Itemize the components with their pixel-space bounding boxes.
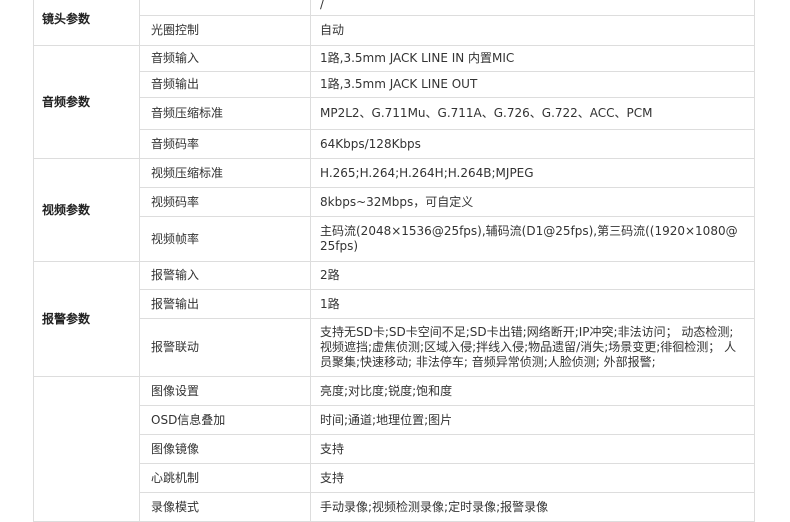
param-name: 图像设置 [139, 376, 311, 406]
param-value: 1路 [310, 289, 755, 319]
param-value: 亮度;对比度;锐度;饱和度 [310, 376, 755, 406]
param-value: 1路,3.5mm JACK LINE OUT [310, 71, 755, 98]
table-row: 报警输出 1路 [34, 289, 755, 319]
table-row: 音频码率 64Kbps/128Kbps [34, 129, 755, 159]
table-row: OSD信息叠加 时间;通道;地理位置;图片 [34, 405, 755, 435]
param-value: 时间;通道;地理位置;图片 [310, 405, 755, 435]
table-row: 镜头参数 / [33, 0, 755, 46]
param-name: 音频输出 [139, 71, 311, 98]
param-name: 视频帧率 [139, 216, 311, 262]
param-name: 音频压缩标准 [139, 97, 311, 130]
param-value: MP2L2、G.711Mu、G.711A、G.726、G.722、ACC、PCM [310, 97, 755, 130]
table-row: 视频帧率 主码流(2048×1536@25fps),辅码流(D1@25fps),… [34, 216, 755, 262]
param-name: 心跳机制 [139, 463, 311, 493]
param-name: 图像镜像 [139, 434, 311, 464]
param-name: 报警输出 [139, 289, 311, 319]
param-name: 音频输入 [139, 45, 311, 72]
category-cell: 报警参数 [33, 261, 140, 377]
table-row: 报警联动 支持无SD卡;SD卡空间不足;SD卡出错;网络断开;IP冲突;非法访问… [34, 318, 755, 377]
param-name: 报警输入 [139, 261, 311, 290]
param-name: 视频压缩标准 [139, 158, 311, 188]
category-cell: 音频参数 [33, 45, 140, 159]
category-cell [33, 376, 140, 522]
param-name: 光圈控制 [139, 15, 311, 46]
param-value: 2路 [310, 261, 755, 290]
param-name: OSD信息叠加 [139, 405, 311, 435]
category-cell: 镜头参数 [33, 0, 140, 46]
table-row: 音频参数 音频输入 1路,3.5mm JACK LINE IN 内置MIC [33, 45, 755, 159]
table-row: 视频码率 8kbps~32Mbps，可自定义 [34, 187, 755, 217]
spec-table: 镜头参数 / 光圈控制 自动 音频参数 音频输入 1路,3.5mm JACK L… [33, 0, 755, 522]
table-row: 音频压缩标准 MP2L2、G.711Mu、G.711A、G.726、G.722、… [34, 97, 755, 130]
param-value: 手动录像;视频检测录像;定时录像;报警录像 [310, 492, 755, 522]
param-value: 8kbps~32Mbps，可自定义 [310, 187, 755, 217]
param-value: 自动 [310, 15, 755, 46]
spec-table-body: 镜头参数 / 光圈控制 自动 音频参数 音频输入 1路,3.5mm JACK L… [33, 0, 755, 522]
table-row: 光圈控制 自动 [34, 15, 755, 46]
table-row: 心跳机制 支持 [34, 463, 755, 493]
table-row: 图像镜像 支持 [34, 434, 755, 464]
param-name: 录像模式 [139, 492, 311, 522]
table-row: 视频参数 视频压缩标准 H.265;H.264;H.264H;H.264B;MJ… [33, 158, 755, 262]
param-value: 64Kbps/128Kbps [310, 129, 755, 159]
param-name: 报警联动 [139, 318, 311, 377]
table-row: 音频输出 1路,3.5mm JACK LINE OUT [34, 71, 755, 98]
param-name [139, 0, 311, 16]
param-value: 支持 [310, 463, 755, 493]
param-value: 支持 [310, 434, 755, 464]
table-row: 报警参数 报警输入 2路 [33, 261, 755, 377]
table-row: 录像模式 手动录像;视频检测录像;定时录像;报警录像 [34, 492, 755, 522]
param-name: 视频码率 [139, 187, 311, 217]
param-value: H.265;H.264;H.264H;H.264B;MJPEG [310, 158, 755, 188]
table-row: 图像设置 亮度;对比度;锐度;饱和度 [33, 376, 755, 522]
param-value: 主码流(2048×1536@25fps),辅码流(D1@25fps),第三码流(… [310, 216, 755, 262]
param-value: / [310, 0, 755, 16]
param-name: 音频码率 [139, 129, 311, 159]
category-cell: 视频参数 [33, 158, 140, 262]
param-value: 1路,3.5mm JACK LINE IN 内置MIC [310, 45, 755, 72]
param-value: 支持无SD卡;SD卡空间不足;SD卡出错;网络断开;IP冲突;非法访问； 动态检… [310, 318, 755, 377]
